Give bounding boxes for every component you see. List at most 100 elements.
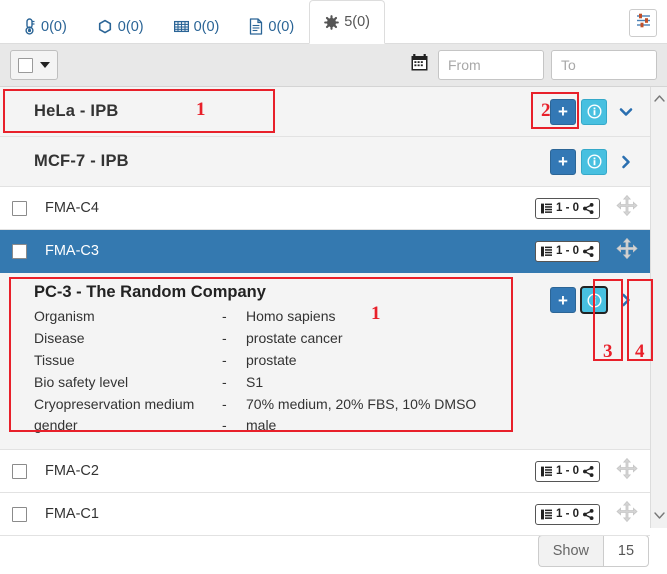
group-row-mcf7[interactable]: MCF-7 - IPB + [0, 137, 650, 187]
count-badge[interactable]: 1 - 0 [535, 241, 600, 262]
application-window: 0(0) 0(0) 0(0) [0, 0, 667, 574]
scroll-down-icon[interactable] [654, 507, 665, 525]
detail-row: gender - male [34, 415, 476, 437]
detail-row: Tissue - prostate [34, 350, 476, 372]
tab-grid[interactable]: 0(0) [159, 8, 235, 44]
show-count-input[interactable] [603, 535, 649, 567]
detail-key: Disease [34, 328, 222, 350]
detail-row: Disease - prostate cancer [34, 328, 476, 350]
share-icon [583, 246, 594, 257]
tab-document-label: 0(0) [268, 19, 294, 35]
list-item[interactable]: FMA-C4 1 - 0 [0, 187, 650, 230]
detail-title: PC-3 - The Random Company [34, 283, 550, 302]
detail-separator: - [222, 394, 246, 416]
share-icon [583, 509, 594, 520]
list-item-label: FMA-C1 [45, 506, 99, 522]
date-to-input[interactable] [551, 50, 657, 80]
add-button[interactable]: + [550, 99, 576, 125]
tab-temperature-label: 0(0) [41, 19, 67, 35]
cell-line-list: HeLa - IPB + [0, 87, 650, 528]
info-button[interactable] [581, 149, 607, 175]
drag-handle-icon[interactable] [616, 238, 638, 265]
detail-value: Homo sapiens [246, 306, 476, 328]
detail-key: gender [34, 415, 222, 437]
document-icon [249, 18, 263, 35]
tab-cloud[interactable]: 0(0) [82, 8, 159, 44]
add-button[interactable]: + [550, 149, 576, 175]
tab-cloud-label: 0(0) [118, 19, 144, 35]
list-item-selected[interactable]: FMA-C3 1 - 0 [0, 230, 650, 273]
group-title: MCF-7 - IPB [34, 152, 129, 171]
calendar-button[interactable] [406, 51, 432, 79]
detail-value: prostate [246, 350, 476, 372]
select-all-checkbox[interactable] [18, 58, 33, 73]
detail-separator: - [222, 328, 246, 350]
chevron-down-icon[interactable] [40, 62, 50, 68]
drag-handle-icon[interactable] [616, 195, 638, 222]
chevron-right-icon[interactable] [614, 149, 638, 175]
item-checkbox[interactable] [12, 507, 27, 522]
drag-handle-icon[interactable] [616, 458, 638, 485]
info-button[interactable] [581, 99, 607, 125]
detail-key: Organism [34, 306, 222, 328]
list-area: HeLa - IPB + [0, 87, 667, 528]
list-icon [541, 203, 552, 214]
tab-cell-lines[interactable]: 5(0) [309, 0, 385, 44]
tab-cell-lines-label: 5(0) [344, 14, 370, 30]
list-item[interactable]: FMA-C2 1 - 0 [0, 450, 650, 493]
grid-icon [174, 20, 189, 33]
count-badge[interactable]: 1 - 0 [535, 461, 600, 482]
group-title: HeLa - IPB [34, 102, 119, 121]
list-icon [541, 466, 552, 477]
detail-properties-table: Organism - Homo sapiens Disease - prosta… [34, 306, 476, 437]
tab-document[interactable]: 0(0) [234, 8, 309, 44]
thermometer-icon [23, 18, 36, 35]
count-badge-label: 1 - 0 [556, 465, 579, 477]
item-checkbox[interactable] [12, 464, 27, 479]
count-badge-label: 1 - 0 [556, 245, 579, 257]
group-actions: + [550, 149, 638, 175]
show-count-group: Show [538, 535, 649, 567]
add-button[interactable]: + [550, 287, 576, 313]
detail-separator: - [222, 372, 246, 394]
drag-handle-icon[interactable] [616, 501, 638, 528]
detail-value: prostate cancer [246, 328, 476, 350]
count-badge[interactable]: 1 - 0 [535, 198, 600, 219]
settings-icon [635, 12, 652, 34]
info-button[interactable] [581, 287, 607, 313]
item-checkbox[interactable] [12, 201, 27, 216]
count-badge[interactable]: 1 - 0 [535, 504, 600, 525]
detail-key: Cryopreservation medium [34, 394, 222, 416]
detail-row: Cryopreservation medium - 70% medium, 20… [34, 394, 476, 416]
list-icon [541, 246, 552, 257]
share-icon [583, 203, 594, 214]
calendar-icon [410, 53, 429, 77]
count-badge-label: 1 - 0 [556, 508, 579, 520]
list-item[interactable]: FMA-C1 1 - 0 [0, 493, 650, 536]
tab-temperature[interactable]: 0(0) [8, 8, 82, 44]
date-from-input[interactable] [438, 50, 544, 80]
chevron-right-icon[interactable] [614, 287, 638, 313]
select-all-dropdown[interactable] [10, 50, 58, 80]
share-icon [583, 466, 594, 477]
item-checkbox[interactable] [12, 244, 27, 259]
scroll-up-icon[interactable] [654, 90, 665, 108]
detail-body: PC-3 - The Random Company Organism - Hom… [34, 283, 550, 437]
group-row-hela[interactable]: HeLa - IPB + [0, 87, 650, 137]
tab-bar: 0(0) 0(0) 0(0) [0, 0, 667, 44]
show-button[interactable]: Show [538, 535, 603, 567]
detail-row: Bio safety level - S1 [34, 372, 476, 394]
info-icon [587, 104, 602, 119]
detail-value: S1 [246, 372, 476, 394]
detail-value: 70% medium, 20% FBS, 10% DMSO [246, 394, 476, 416]
settings-button[interactable] [629, 9, 657, 37]
chevron-down-icon[interactable] [614, 99, 638, 125]
filter-toolbar [0, 44, 667, 87]
count-badge-label: 1 - 0 [556, 202, 579, 214]
vertical-scrollbar[interactable] [650, 87, 667, 528]
detail-actions: + [550, 283, 638, 437]
info-icon [587, 293, 602, 308]
group-actions: + [550, 99, 638, 125]
list-item-label: FMA-C4 [45, 200, 99, 216]
detail-separator: - [222, 415, 246, 437]
